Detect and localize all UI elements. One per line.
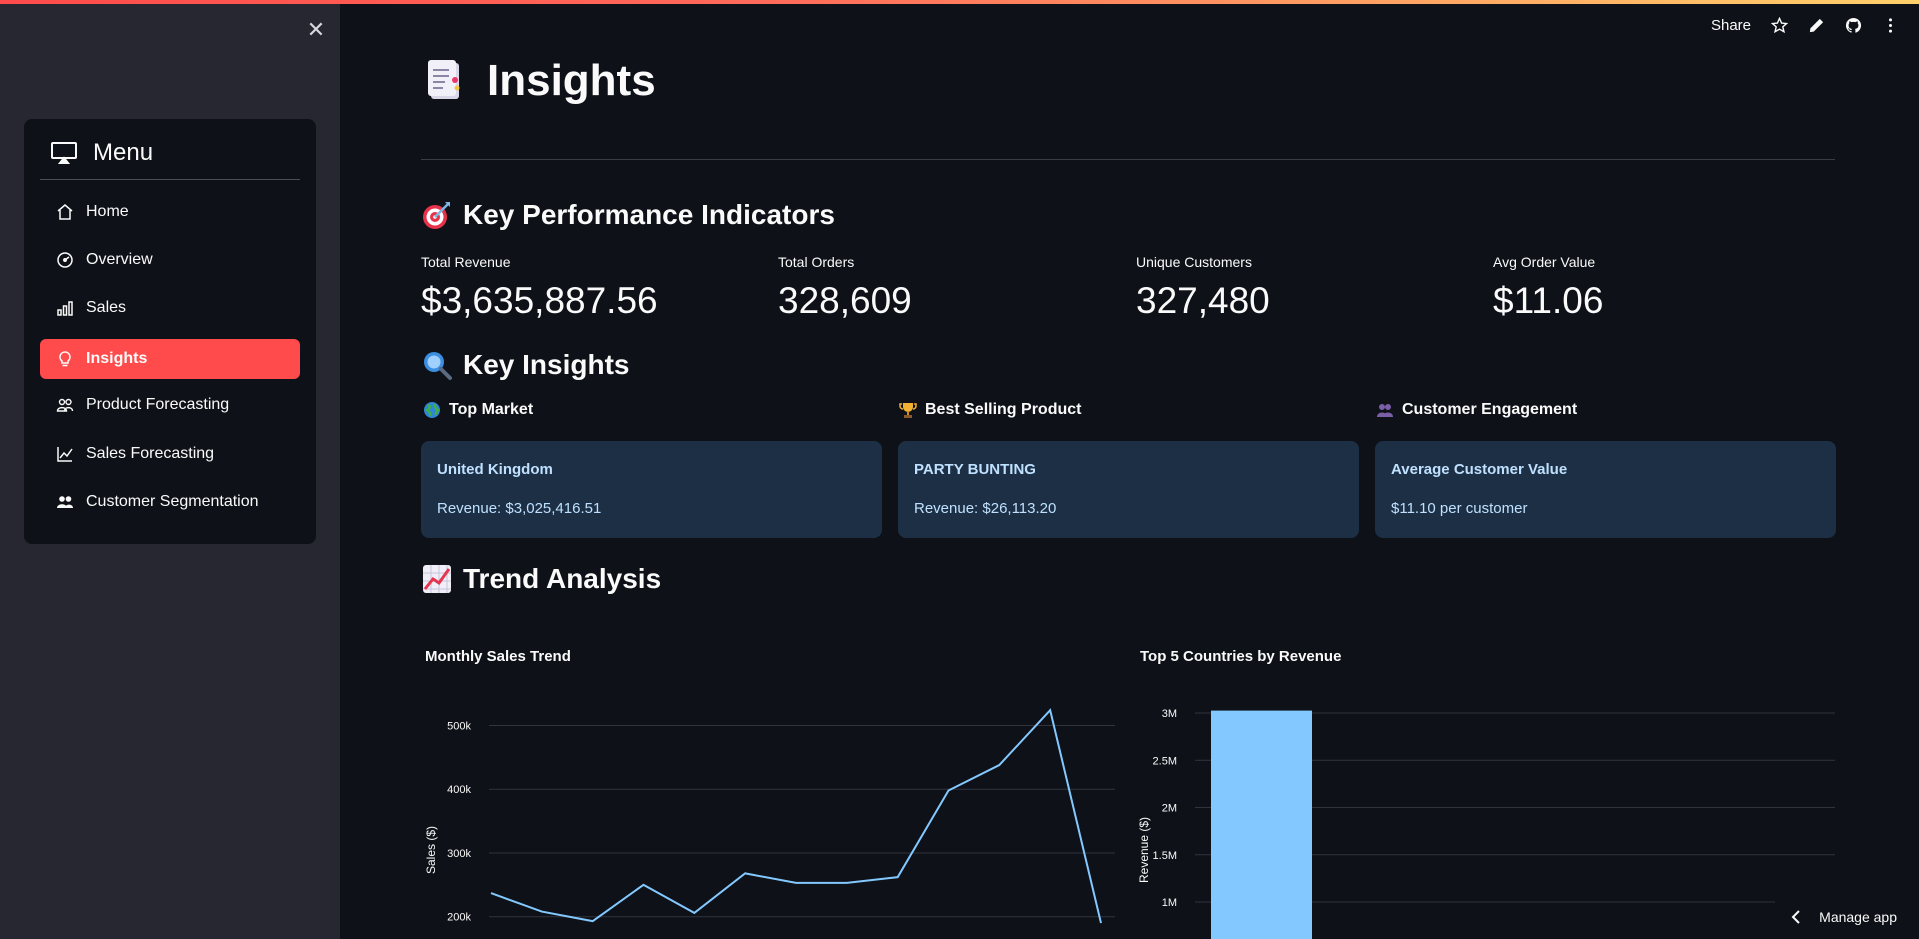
y-tick-label: 3M [1162,708,1177,720]
y-tick-label: 200k [447,912,471,924]
house-icon [57,204,73,220]
kpi-heading: Key Performance Indicators [463,199,835,230]
top-decoration-bar [0,0,1919,4]
sales-line [490,708,1102,924]
bar-chart-icon [57,301,73,316]
page-title: Insights [421,56,656,106]
metric-value: 327,480 [1136,280,1270,321]
busts-icon [1377,404,1393,417]
metric-label: Total Revenue [421,254,511,270]
sidebar-item-label: Sales Forecasting [86,445,215,462]
page-with-curl-icon [428,60,460,99]
trend-heading: Trend Analysis [463,563,662,594]
bullseye-icon [423,202,450,229]
insight-card-best-selling: PARTY BUNTING Revenue: $26,113.20 [898,441,1359,538]
trend-section-heading: Trend Analysis [421,563,661,595]
metric-label: Unique Customers [1136,254,1252,270]
menu-divider [40,179,300,180]
y-tick-label: 400k [447,784,471,796]
monthly-sales-chart-title: Monthly Sales Trend [425,648,571,665]
manage-app-button[interactable]: Manage app [1791,909,1897,925]
sidebar-item-label: Customer Segmentation [86,493,259,510]
sidebar-item-overview[interactable]: Overview [40,240,300,280]
sidebar-item-customer-segmentation[interactable]: Customer Segmentation [40,482,300,522]
insight-card-subtitle: Revenue: $3,025,416.51 [437,500,602,517]
metric-unique-customers: Unique Customers 327,480 [1136,254,1476,322]
metric-total-orders: Total Orders 328,609 [778,254,1118,322]
manage-app-label: Manage app [1819,909,1897,925]
title-divider [421,159,1835,160]
insights-section-heading: Key Insights [421,349,629,381]
speedometer-icon [57,252,73,268]
sidebar-item-sales[interactable]: Sales [40,288,300,328]
people-icon [56,398,74,412]
menu-header: Menu [51,139,153,167]
page-title-text: Insights [487,56,656,105]
y-axis-label: Revenue ($) [1137,817,1151,883]
monthly-sales-line-chart: 500k 400k 300k 200k Sales ($) [424,708,1115,924]
trophy-icon [899,403,917,418]
y-tick-label: 1M [1162,897,1177,909]
sidebar-item-label: Sales [86,299,127,316]
y-tick-label: 2M [1162,803,1177,815]
insight-label-best-selling: Best Selling Product [899,401,1081,419]
more-vertical-icon[interactable] [1882,17,1899,34]
y-tick-label: 500k [447,720,471,732]
sidebar-item-insights[interactable]: Insights [40,339,300,379]
pencil-icon[interactable] [1808,17,1825,34]
metric-total-revenue: Total Revenue $3,635,887.56 [421,254,761,322]
insight-label-customer-engagement: Customer Engagement [1376,401,1577,419]
metric-value: $3,635,887.56 [421,280,658,321]
globe-icon [424,402,440,418]
insight-card-title: PARTY BUNTING [914,461,1036,478]
sidebar-item-label: Home [86,203,129,220]
metric-avg-order-value: Avg Order Value $11.06 [1493,254,1833,322]
sidebar-item-sales-forecasting[interactable]: Sales Forecasting [40,434,300,474]
share-button[interactable]: Share [1711,17,1751,34]
cast-icon [51,142,77,164]
lightbulb-icon [59,351,71,367]
kpi-section-heading: Key Performance Indicators [421,199,835,231]
metric-value: 328,609 [778,280,912,321]
graph-up-icon [57,447,73,462]
insight-label-text: Top Market [449,401,534,418]
close-sidebar-button[interactable]: ✕ [304,18,328,42]
insight-label-text: Best Selling Product [925,401,1082,418]
bar [1211,710,1312,939]
insight-card-title: Average Customer Value [1391,461,1568,478]
people-fill-icon [57,496,73,508]
insight-card-subtitle: $11.10 per customer [1391,500,1528,517]
magnifying-glass-icon [424,352,452,380]
metric-value: $11.06 [1493,280,1604,321]
metric-label: Avg Order Value [1493,254,1596,270]
insight-label-text: Customer Engagement [1402,401,1578,418]
github-icon[interactable] [1845,17,1862,34]
star-icon[interactable] [1771,17,1788,34]
sidebar-item-label: Insights [86,350,148,367]
sidebar-item-label: Product Forecasting [86,396,230,413]
sidebar-item-label: Overview [86,251,153,268]
y-tick-label: 1.5M [1153,850,1177,862]
top-countries-bar-chart: 3M 2.5M 2M 1.5M 1M Revenue ($) [1137,708,1835,939]
top-countries-chart-title: Top 5 Countries by Revenue [1140,648,1342,665]
y-tick-label: 2.5M [1153,755,1177,767]
sidebar-item-product-forecasting[interactable]: Product Forecasting [40,385,300,425]
chart-increasing-icon [423,565,451,593]
insights-heading: Key Insights [463,349,630,380]
chevron-left-icon [1791,910,1800,924]
sidebar: ✕ Menu Home Overview Sales Insights Prod… [0,0,340,939]
app-toolbar: Share [1711,17,1899,34]
y-axis-label: Sales ($) [424,826,438,874]
insight-card-top-market: United Kingdom Revenue: $3,025,416.51 [421,441,882,538]
menu-card: Menu Home Overview Sales Insights Produc… [24,119,316,544]
y-tick-label: 300k [447,848,471,860]
sidebar-item-home[interactable]: Home [40,192,300,232]
insight-card-customer-engagement: Average Customer Value $11.10 per custom… [1375,441,1836,538]
insight-card-title: United Kingdom [437,461,553,478]
metric-label: Total Orders [778,254,855,270]
insight-label-top-market: Top Market [423,401,533,419]
menu-title: Menu [93,139,154,166]
insight-card-subtitle: Revenue: $26,113.20 [914,500,1057,517]
